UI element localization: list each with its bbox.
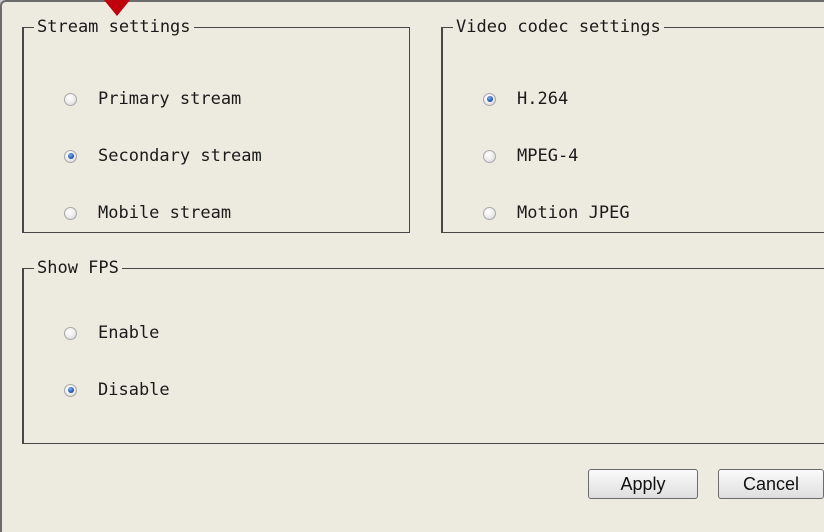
radio-button-icon[interactable]: [483, 92, 496, 106]
radio-motion-jpeg[interactable]: Motion JPEG: [483, 201, 630, 225]
apply-button[interactable]: Apply: [588, 469, 698, 499]
radio-h264[interactable]: H.264: [483, 87, 568, 111]
radio-label: H.264: [517, 89, 569, 109]
radio-button-icon[interactable]: [64, 326, 77, 340]
radio-label: Disable: [98, 380, 170, 400]
cancel-button[interactable]: Cancel: [718, 469, 824, 499]
radio-label: Motion JPEG: [517, 203, 630, 223]
radio-button-icon[interactable]: [64, 92, 77, 106]
radio-button-icon[interactable]: [64, 383, 77, 397]
radio-label: Enable: [98, 323, 160, 343]
red-arrow-icon: [104, 0, 130, 16]
stream-settings-group: Stream settings Primary stream Secondary…: [22, 17, 410, 233]
radio-secondary-stream[interactable]: Secondary stream: [64, 144, 262, 168]
radio-fps-enable[interactable]: Enable: [64, 321, 159, 345]
radio-fps-disable[interactable]: Disable: [64, 378, 170, 402]
radio-mobile-stream[interactable]: Mobile stream: [64, 201, 231, 225]
radio-mpeg4[interactable]: MPEG-4: [483, 144, 578, 168]
show-fps-legend: Show FPS: [37, 258, 119, 278]
radio-button-icon[interactable]: [483, 206, 496, 220]
radio-primary-stream[interactable]: Primary stream: [64, 87, 241, 111]
radio-label: Mobile stream: [98, 203, 232, 223]
radio-label: Primary stream: [98, 89, 242, 109]
radio-label: MPEG-4: [517, 146, 579, 166]
radio-button-icon[interactable]: [483, 149, 496, 163]
radio-button-icon[interactable]: [64, 149, 77, 163]
radio-label: Secondary stream: [98, 146, 262, 166]
video-codec-settings-group: Video codec settings H.264 MPEG-4 Motion…: [441, 17, 824, 233]
radio-button-icon[interactable]: [64, 206, 77, 220]
show-fps-group: Show FPS Enable Disable: [22, 258, 824, 444]
stream-settings-legend: Stream settings: [37, 17, 191, 37]
video-codec-settings-legend: Video codec settings: [456, 17, 661, 37]
